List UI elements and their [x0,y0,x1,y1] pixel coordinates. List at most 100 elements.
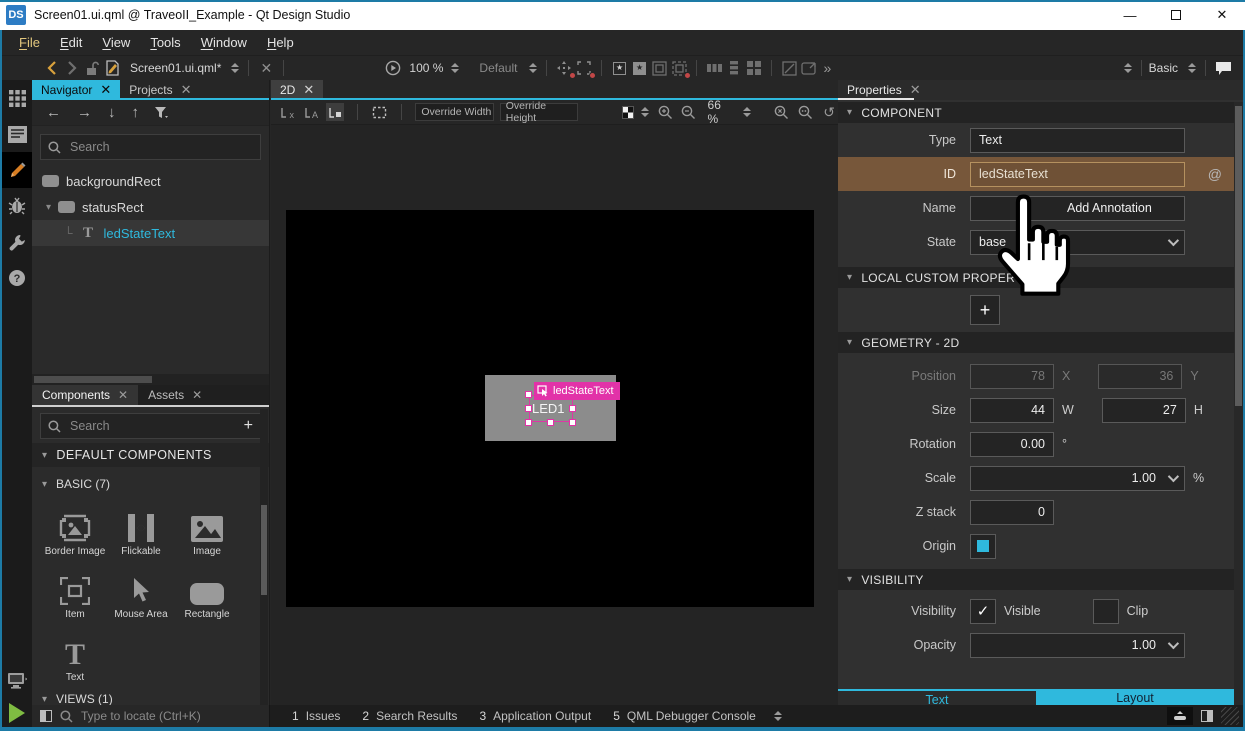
export-alias-icon[interactable]: @ [1208,166,1222,182]
tab-projects[interactable]: Projects✕ [120,80,200,100]
tree-item-backgroundRect[interactable]: backgroundRect [32,168,269,194]
menu-view[interactable]: View [93,32,139,53]
grid-layout-icon[interactable] [744,59,764,77]
paste-style-icon[interactable]: ★ [629,59,649,77]
output-pane-search-results[interactable]: 2 Search Results [362,709,457,723]
selection-handle[interactable] [525,419,532,426]
unlock-icon[interactable] [82,59,102,77]
menu-window[interactable]: Window [192,32,256,53]
component-mouse-area[interactable]: Mouse Area [108,562,174,620]
state-dropdown[interactable]: base [970,230,1185,255]
document-spinner[interactable] [229,63,241,73]
locator[interactable]: Type to locate (Ctrl+K) [32,705,270,727]
sidebar-item-design[interactable] [2,152,32,188]
edit-document-icon[interactable] [102,59,122,77]
components-vscrollbar[interactable] [260,409,268,705]
nav-left-icon[interactable]: ← [46,104,61,121]
tab-navigator[interactable]: Navigator✕ [32,80,120,100]
component-border-image[interactable]: Border Image [42,499,108,557]
comment-icon[interactable] [1213,59,1233,77]
expander-icon[interactable]: ▾ [46,202,51,213]
sidebar-item-tools[interactable] [2,224,32,260]
output-pane-qml-debugger[interactable]: 5 QML Debugger Console [613,709,756,723]
toggle-right-sidebar-icon[interactable] [1201,710,1213,722]
component-image[interactable]: Image [174,499,240,557]
component-text[interactable]: T Text [42,625,108,683]
tree-item-ledStateText[interactable]: └ T ledStateText [32,220,269,246]
type-field[interactable]: Text [970,128,1185,153]
override-width-field[interactable]: Override Width [415,103,493,121]
filter-icon[interactable] [155,107,168,119]
components-search[interactable]: + [40,413,261,439]
canvas-zoom-spinner[interactable] [742,107,753,117]
close-icon[interactable]: ✕ [118,388,128,402]
snapping-icon[interactable] [326,103,344,121]
selection-handle[interactable] [569,419,576,426]
scale-dropdown[interactable]: 1.00 [970,466,1185,491]
nav-up-icon[interactable]: ↑ [132,104,140,121]
tab-layout-properties[interactable]: Layout [1036,689,1234,705]
tab-properties[interactable]: Properties✕ [838,80,930,100]
sidebar-item-edit[interactable] [2,116,32,152]
forward-button[interactable] [62,59,82,77]
close-icon[interactable]: ✕ [910,82,921,98]
zoom-selection-icon[interactable] [773,103,791,121]
live-preview-button[interactable] [2,663,32,699]
resize-grip[interactable] [1221,707,1239,725]
close-icon[interactable]: ✕ [100,82,111,98]
navigator-search[interactable] [40,134,261,160]
tab-text-properties[interactable]: Text [838,689,1036,705]
tab-assets[interactable]: Assets✕ [138,385,212,405]
component-rectangle[interactable]: Rectangle [174,562,240,620]
style-spinner[interactable] [1186,63,1198,73]
toggle-left-sidebar-icon[interactable] [40,710,52,722]
close-icon[interactable]: ✕ [192,388,202,402]
background-spinner[interactable] [640,107,651,117]
output-pane-issues[interactable]: 1 Issues [292,709,340,723]
properties-vscrollbar[interactable] [1234,102,1243,705]
navigator-hscrollbar[interactable] [32,374,269,385]
visible-checkbox[interactable]: ✓ [970,599,996,624]
output-pane-spinner[interactable] [772,711,784,721]
selection-handle[interactable] [525,405,532,412]
canvas-backgroundRect[interactable]: LED1 ledStateText [286,210,814,607]
close-document-button[interactable]: ✕ [256,59,276,77]
sidebar-item-debug[interactable] [2,188,32,224]
override-height-field[interactable]: Override Height [500,103,578,121]
run-button[interactable] [383,59,403,77]
minimize-button[interactable]: — [1107,0,1153,30]
position-x-field[interactable]: 78 [970,364,1054,389]
kit-selector[interactable]: Default [479,61,517,75]
size-h-field[interactable]: 27 [1102,398,1186,423]
section-local-custom-properties[interactable]: ▾ LOCAL CUSTOM PROPERTIES [838,267,1234,288]
show-bounds-icon[interactable] [371,103,389,121]
menu-file[interactable]: File [10,32,49,53]
current-document[interactable]: Screen01.ui.qml* [130,61,221,75]
section-default-components[interactable]: ▾ DEFAULT COMPONENTS [32,443,269,467]
group-icon[interactable] [649,59,669,77]
tree-item-statusRect[interactable]: ▾ statusRect [32,194,269,220]
nav-down-icon[interactable]: ↓ [108,104,116,121]
maximize-button[interactable] [1153,0,1199,30]
ungroup-icon[interactable] [669,59,689,77]
theme-selector[interactable]: Basic [1149,61,1178,75]
toggle-progress-details-icon[interactable] [1167,707,1193,725]
navigator-search-input[interactable] [68,139,253,155]
nav-right-icon[interactable]: → [77,104,92,121]
section-visibility[interactable]: ▾ VISIBILITY [838,569,1234,590]
menu-edit[interactable]: Edit [51,32,91,53]
back-button[interactable] [42,59,62,77]
background-color-swatch[interactable] [622,106,634,119]
section-geometry-2d[interactable]: ▾ GEOMETRY - 2D [838,332,1234,353]
select-frame-icon[interactable] [574,59,594,77]
columns-layout-icon[interactable] [704,59,724,77]
opacity-dropdown[interactable]: 1.00 [970,633,1185,658]
zoom-in-icon[interactable] [656,103,674,121]
id-field[interactable]: ledStateText [970,162,1185,187]
zoom-out-icon[interactable] [680,103,698,121]
close-icon[interactable]: ✕ [303,82,314,98]
style-spinner-left[interactable] [1122,63,1134,73]
run-zoom-spinner[interactable] [449,63,461,73]
size-w-field[interactable]: 44 [970,398,1054,423]
output-pane-application-output[interactable]: 3 Application Output [479,709,591,723]
